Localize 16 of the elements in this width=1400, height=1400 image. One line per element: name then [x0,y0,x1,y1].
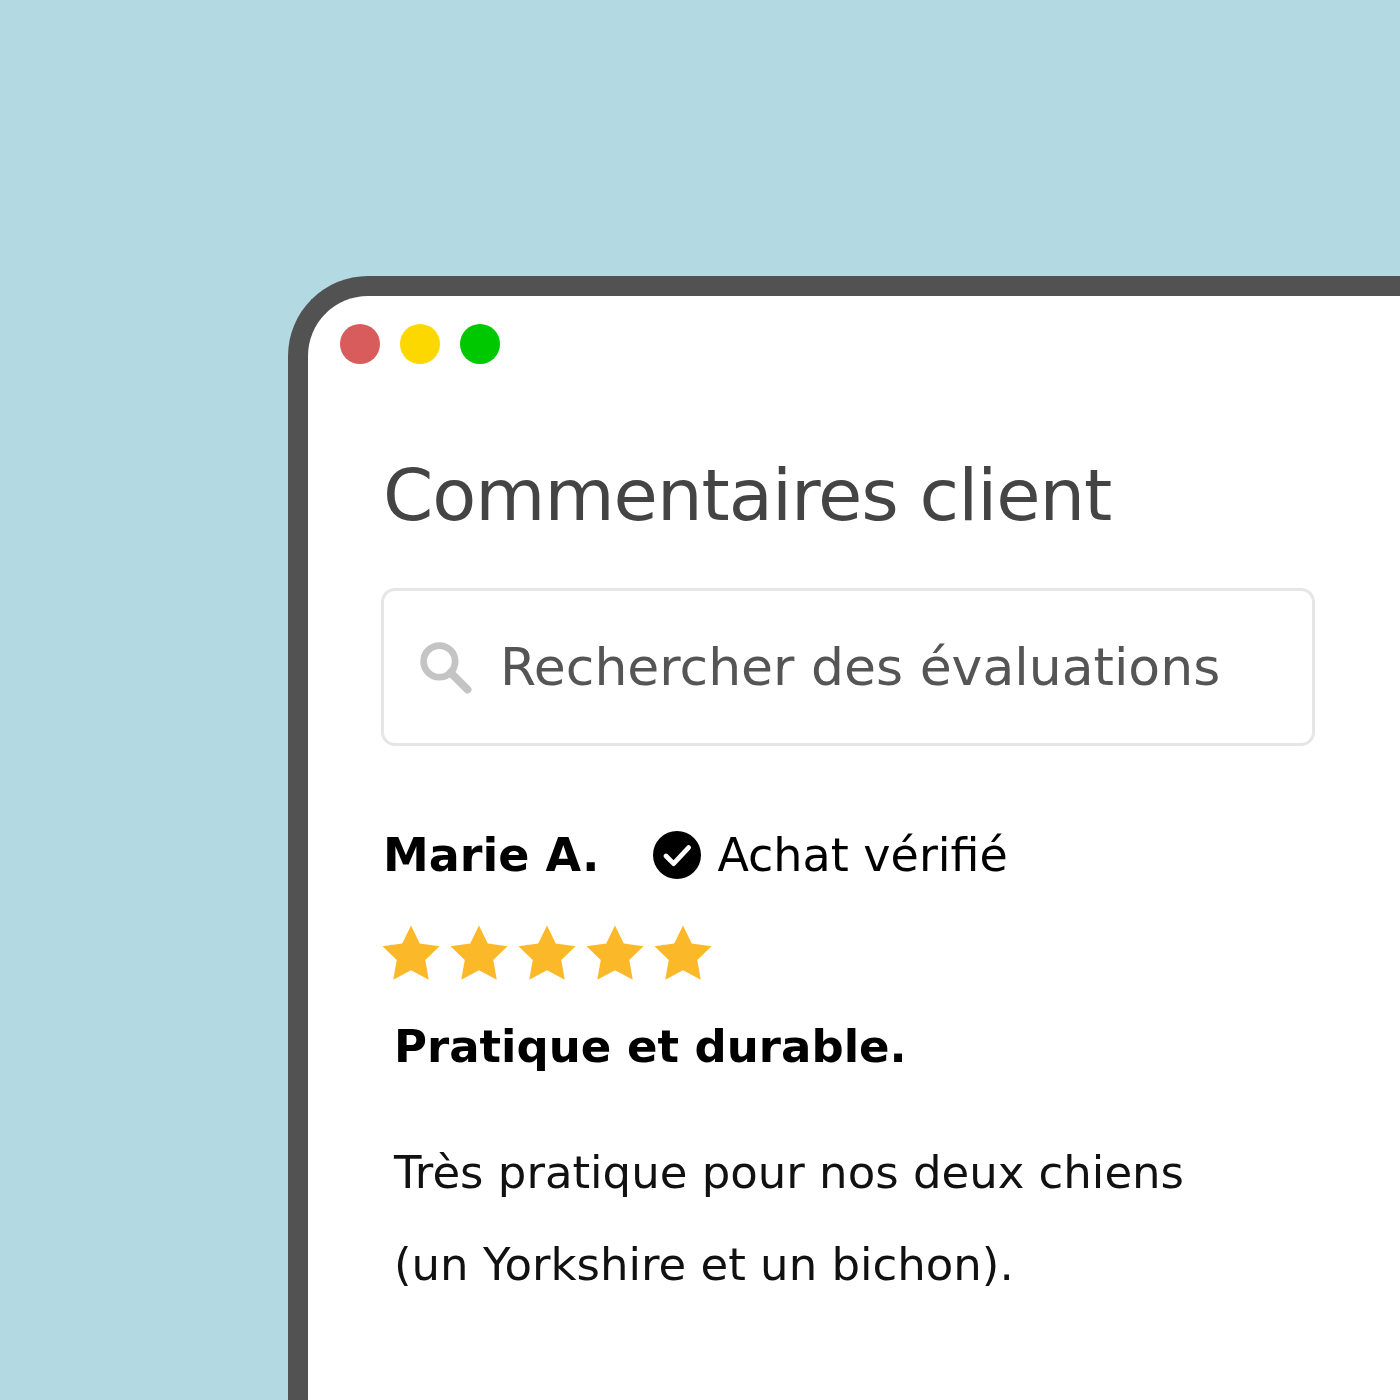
star-icon [449,924,509,983]
page-title: Commentaires client [383,452,1113,539]
maximize-dot[interactable] [460,324,500,364]
search-input[interactable]: Rechercher des évaluations [500,637,1278,698]
close-dot[interactable] [340,324,380,364]
star-icon [585,924,645,983]
star-icon [653,924,713,983]
star-icon [381,924,441,983]
reviewer-name: Marie A. [383,828,600,883]
search-field[interactable]: Rechercher des évaluations [381,588,1315,747]
star-icon [517,924,577,983]
review-text: Très pratique pour nos deux chiens (un Yorkshire et un bichon). [394,1145,1186,1294]
search-icon [418,640,472,695]
minimize-dot[interactable] [400,324,440,364]
review-title: Pratique et durable. [394,1020,908,1074]
verified-label: Achat vérifié [717,828,1008,883]
